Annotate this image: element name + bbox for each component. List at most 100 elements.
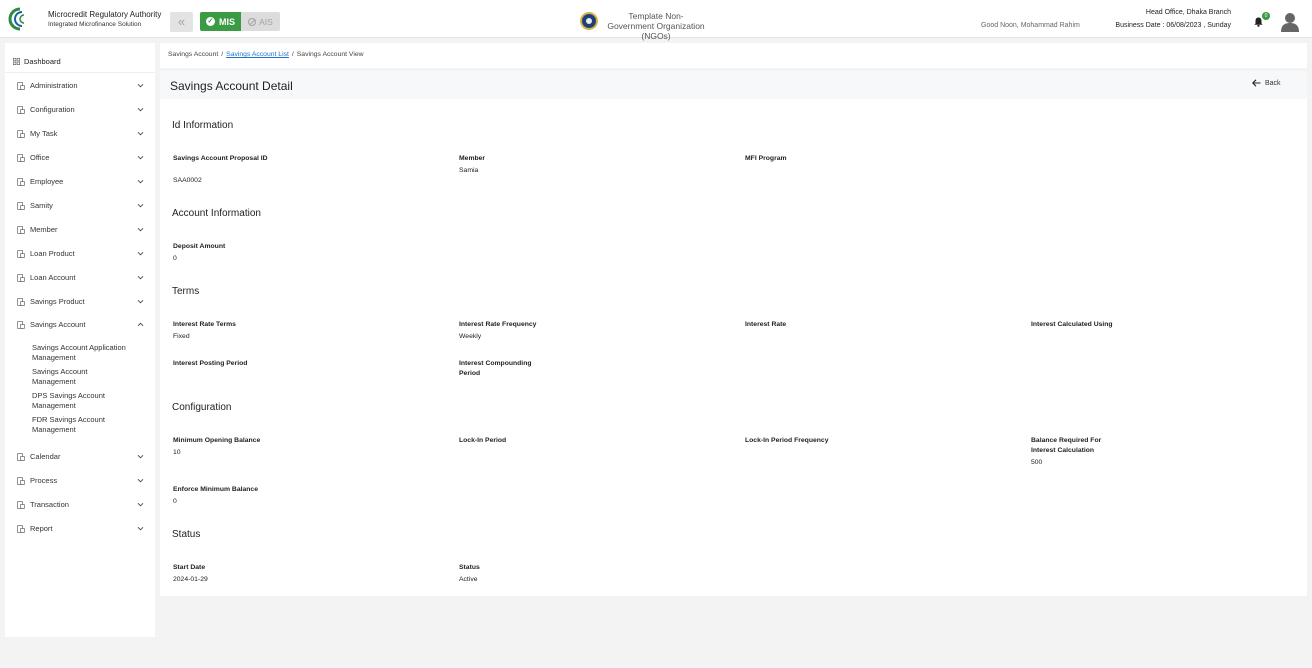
field-label-status: Status: [459, 564, 480, 571]
field-value-member: Samia: [459, 167, 479, 174]
user-avatar-icon[interactable]: [1281, 12, 1299, 32]
field-value-deposit-amount: 0: [173, 255, 177, 262]
double-chevron-left-icon: «: [177, 14, 186, 29]
field-label-balance-required: Balance Required For Interest Calculatio…: [1031, 437, 1102, 454]
field-value-balance-required: 500: [1031, 459, 1043, 466]
savings-product-icon: [17, 298, 25, 306]
sidebar-item-calendar[interactable]: Calendar: [5, 448, 155, 466]
page-title-bar: Savings Account Detail Back: [160, 71, 1307, 99]
chevron-down-icon: [137, 274, 144, 281]
savings-account-icon: [17, 321, 25, 329]
organization-title: Template Non-Government Organization (NG…: [607, 11, 705, 41]
sidebar-item-office[interactable]: Office: [5, 149, 155, 167]
chevron-down-icon: [137, 501, 144, 508]
chevron-down-icon: [137, 477, 144, 484]
sidebar-item-label: Loan Product: [30, 249, 75, 258]
loan-account-icon: [17, 274, 25, 282]
main-content: Savings Account Detail Back Id Informati…: [160, 71, 1307, 596]
sidebar-item-label: Calendar: [30, 452, 61, 461]
field-value-interest-rate-terms: Fixed: [173, 333, 190, 340]
check-icon: ✓: [205, 17, 215, 26]
arrow-left-icon: [1252, 79, 1261, 87]
sidebar-item-my-task[interactable]: My Task: [5, 125, 155, 143]
sidebar-item-transaction[interactable]: Transaction: [5, 496, 155, 514]
business-date: Business Date : 06/08/2023 , Sunday: [1115, 22, 1231, 29]
mra-logo[interactable]: [7, 6, 45, 32]
ais-toggle-button[interactable]: AIS: [241, 12, 280, 31]
mis-toggle-button[interactable]: ✓ MIS: [200, 12, 241, 31]
field-value-start-date: 2024-01-29: [173, 576, 208, 583]
sidebar-subitem-fdr-savings[interactable]: FDR Savings Account Management: [32, 415, 122, 435]
chevron-down-icon: [137, 250, 144, 257]
member-icon: [17, 226, 25, 234]
user-greeting: Good Noon, Mohammad Rahim: [981, 22, 1080, 29]
sidebar-item-label: Loan Account: [30, 273, 76, 282]
sidebar-item-label: Savings Product: [30, 297, 85, 306]
sidebar-item-label: Office: [30, 153, 50, 162]
sidebar-item-member[interactable]: Member: [5, 221, 155, 239]
breadcrumb: Savings Account / Savings Account List / Sav…: [168, 51, 364, 58]
branch-name: Head Office, Dhaka Branch: [1145, 9, 1231, 16]
breadcrumb-list-link[interactable]: Savings Account List: [226, 51, 289, 58]
field-value-proposal-id: SAA0002: [173, 177, 202, 184]
chevron-down-icon: [137, 130, 144, 137]
sidebar-item-label: Configuration: [30, 105, 75, 114]
sidebar-item-report[interactable]: Report: [5, 520, 155, 538]
field-value-interest-rate-frequency: Weekly: [459, 333, 482, 340]
field-label-deposit-amount: Deposit Amount: [173, 243, 226, 250]
field-label-enforce-min-balance: Enforce Minimum Balance: [173, 486, 258, 493]
sidebar-item-employee[interactable]: Employee: [5, 173, 155, 191]
sidebar-subitem-dps-savings[interactable]: DPS Savings Account Management: [32, 391, 122, 411]
sidebar-collapse-button[interactable]: «: [170, 12, 193, 32]
chevron-down-icon: [137, 82, 144, 89]
sidebar-item-process[interactable]: Process: [5, 472, 155, 490]
sidebar-subitem-savings-management[interactable]: Savings Account Management: [32, 367, 112, 387]
notification-bell-icon[interactable]: [1254, 17, 1263, 27]
field-label-mfi-program: MFI Program: [745, 155, 787, 162]
sidebar-item-administration[interactable]: Administration: [5, 77, 155, 95]
section-title-configuration: Configuration: [172, 402, 232, 413]
sidebar-item-label: Savings Account: [30, 320, 86, 329]
transaction-icon: [17, 501, 25, 509]
org-subtitle: Integrated Microfinance Solution: [48, 21, 142, 28]
field-value-enforce-min-balance: 0: [173, 498, 177, 505]
chevron-down-icon: [137, 226, 144, 233]
government-emblem-icon: [580, 12, 598, 30]
sidebar-item-savings-product[interactable]: Savings Product: [5, 293, 155, 311]
sidebar-item-label: Member: [30, 225, 58, 234]
admin-icon: [17, 82, 25, 90]
sidebar-item-loan-account[interactable]: Loan Account: [5, 269, 155, 287]
field-label-member: Member: [459, 155, 486, 162]
loan-product-icon: [17, 250, 25, 258]
sidebar-item-loan-product[interactable]: Loan Product: [5, 245, 155, 263]
back-button[interactable]: Back: [1252, 79, 1281, 87]
back-label: Back: [1265, 79, 1281, 87]
chevron-down-icon: [137, 202, 144, 209]
section-title-id-information: Id Information: [172, 120, 234, 131]
office-icon: [17, 154, 25, 162]
employee-icon: [17, 178, 25, 186]
mis-label: MIS: [218, 16, 235, 27]
ais-label: AIS: [259, 16, 273, 27]
sidebar-item-savings-account[interactable]: Savings Account: [5, 316, 155, 334]
sidebar-item-samity[interactable]: Samity: [5, 197, 155, 215]
field-label-interest-calculated-using: Interest Calculated Using: [1031, 321, 1113, 328]
chevron-down-icon: [137, 525, 144, 532]
sidebar-item-label: Employee: [30, 177, 64, 186]
top-header: Microcredit Regulatory Authority Integra…: [0, 0, 1312, 41]
report-icon: [17, 525, 25, 533]
sidebar-item-label: Administration: [30, 81, 78, 90]
sidebar-item-dashboard[interactable]: Dashboard: [5, 43, 155, 73]
sidebar-item-label: My Task: [30, 129, 58, 138]
field-label-lockin-period-frequency: Lock-In Period Frequency: [745, 437, 829, 444]
field-label-min-opening-balance: Minimum Opening Balance: [173, 437, 261, 444]
sidebar-item-configuration[interactable]: Configuration: [5, 101, 155, 119]
process-icon: [17, 477, 25, 485]
notification-count-badge: 0: [1262, 12, 1270, 20]
sidebar-item-label: Transaction: [30, 500, 69, 509]
sidebar-item-label: Report: [30, 524, 53, 533]
grid-icon: [13, 58, 20, 65]
sidebar-subitem-savings-application[interactable]: Savings Account Application Management: [32, 343, 147, 363]
sidebar-item-label: Dashboard: [24, 57, 61, 66]
chevron-down-icon: [137, 106, 144, 113]
